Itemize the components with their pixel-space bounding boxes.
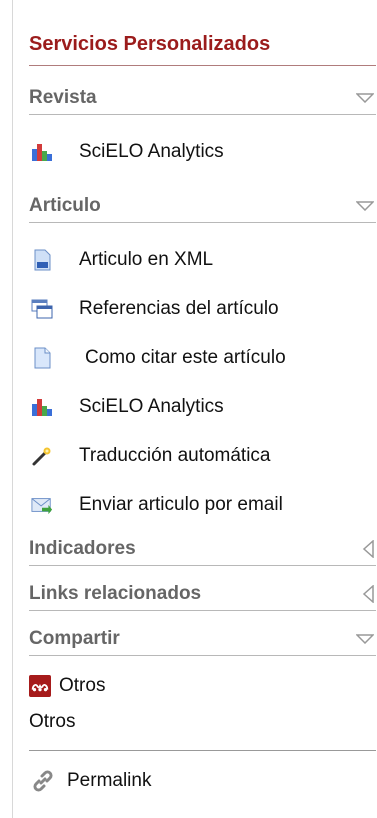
articulo-scielo-analytics[interactable]: SciELO Analytics (29, 382, 376, 431)
section-links-header[interactable]: Links relacionados (29, 578, 376, 611)
section-revista-title: Revista (29, 87, 97, 108)
xml-document-icon (31, 249, 53, 271)
chevron-left-icon[interactable] (362, 540, 374, 558)
como-citar-link[interactable]: Como citar este artículo (29, 333, 376, 382)
section-indicadores-header[interactable]: Indicadores (29, 533, 376, 566)
item-label: Traducción automática (79, 444, 271, 466)
chevron-left-icon[interactable] (362, 585, 374, 603)
item-label: Otros (59, 675, 106, 696)
section-links-title: Links relacionados (29, 583, 202, 604)
bar-chart-icon (31, 396, 53, 418)
otros-text: Otros (29, 711, 76, 732)
section-articulo-header[interactable]: Articulo (29, 190, 376, 223)
articulo-xml-link[interactable]: Articulo en XML (29, 235, 376, 284)
section-compartir-header[interactable]: Compartir (29, 623, 376, 656)
windows-icon (31, 298, 53, 320)
item-label: Referencias del artículo (79, 297, 279, 319)
section-articulo-title: Articulo (29, 195, 101, 216)
services-panel: Servicios Personalizados Revista SciELO … (12, 0, 376, 818)
item-label: Enviar articulo por email (79, 493, 283, 515)
chevron-down-icon[interactable] (356, 201, 374, 211)
document-icon (31, 347, 53, 369)
mendeley-icon (29, 675, 51, 697)
section-indicadores-title: Indicadores (29, 538, 136, 559)
permalink-label: Permalink (67, 770, 152, 791)
item-label: Articulo en XML (79, 248, 214, 270)
enviar-email-link[interactable]: Enviar articulo por email (29, 480, 376, 529)
bar-chart-icon (31, 141, 53, 163)
item-label: SciELO Analytics (79, 395, 224, 417)
section-compartir-title: Compartir (29, 628, 120, 649)
permalink-link[interactable]: Permalink (29, 751, 376, 811)
chevron-down-icon[interactable] (356, 634, 374, 644)
mendeley-share-link[interactable]: Otros (29, 668, 376, 704)
item-label: Como citar este artículo (85, 346, 286, 368)
revista-scielo-analytics[interactable]: SciELO Analytics (29, 127, 376, 176)
email-icon (31, 494, 53, 516)
section-revista-header[interactable]: Revista (29, 82, 376, 115)
traduccion-link[interactable]: Traducción automática (29, 431, 376, 480)
item-label: SciELO Analytics (79, 140, 224, 162)
link-icon (29, 767, 57, 795)
referencias-link[interactable]: Referencias del artículo (29, 284, 376, 333)
chevron-down-icon[interactable] (356, 93, 374, 103)
panel-title: Servicios Personalizados (29, 0, 376, 66)
magic-wand-icon (31, 445, 53, 467)
